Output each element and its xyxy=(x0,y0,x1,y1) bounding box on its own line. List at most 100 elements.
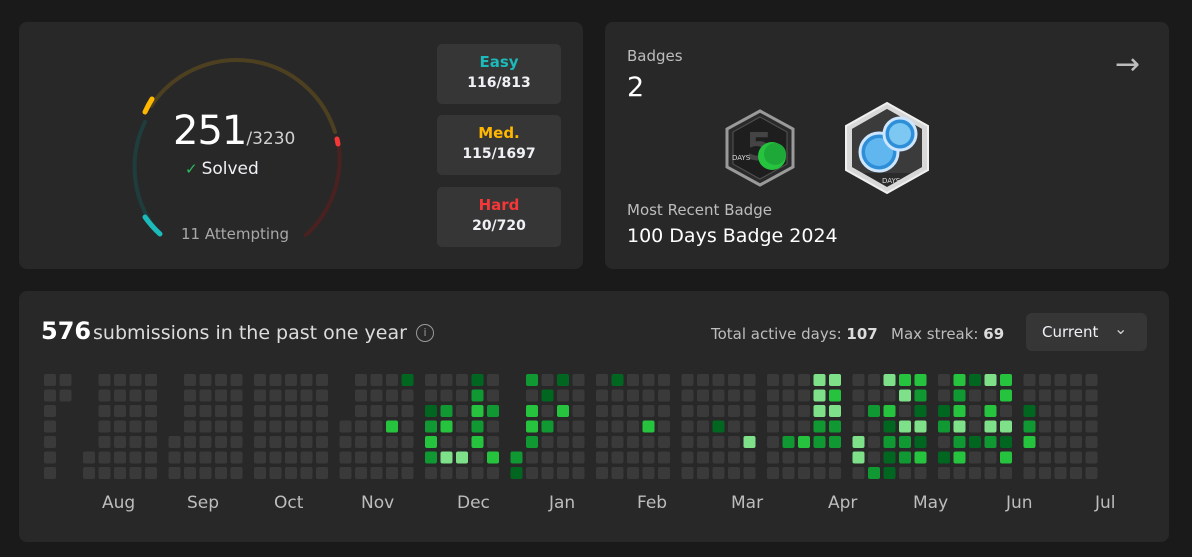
heatmap-cell[interactable] xyxy=(712,405,725,417)
heatmap-cell[interactable] xyxy=(285,436,297,448)
heatmap-cell[interactable] xyxy=(370,389,383,402)
heatmap-cell[interactable] xyxy=(868,451,880,464)
heatmap-cell[interactable] xyxy=(596,374,608,386)
heatmap-cell[interactable] xyxy=(658,451,670,464)
heatmap-cell[interactable] xyxy=(914,467,927,479)
heatmap-cell[interactable] xyxy=(199,451,212,464)
heatmap-cell[interactable] xyxy=(829,389,841,402)
heatmap-cell[interactable] xyxy=(596,451,608,464)
heatmap-cell[interactable] xyxy=(114,451,126,464)
heatmap-cell[interactable] xyxy=(984,374,997,386)
heatmap-cell[interactable] xyxy=(642,467,655,479)
heatmap-cell[interactable] xyxy=(868,467,880,479)
heatmap-cell[interactable] xyxy=(168,467,181,479)
heatmap-cell[interactable] xyxy=(782,467,795,479)
heatmap-cell[interactable] xyxy=(541,405,554,417)
heatmap-cell[interactable] xyxy=(1054,467,1067,479)
heatmap-cell[interactable] xyxy=(938,420,950,433)
heatmap-cell[interactable] xyxy=(728,389,740,402)
heatmap-cell[interactable] xyxy=(697,451,709,464)
heatmap-cell[interactable] xyxy=(883,389,896,402)
heatmap-cell[interactable] xyxy=(44,420,56,433)
heatmap-cell[interactable] xyxy=(129,451,142,464)
heatmap-cell[interactable] xyxy=(829,420,841,433)
heatmap-cell[interactable] xyxy=(98,405,111,417)
heatmap-cell[interactable] xyxy=(596,467,608,479)
heatmap-cell[interactable] xyxy=(316,389,328,402)
heatmap-cell[interactable] xyxy=(145,374,157,386)
heatmap-cell[interactable] xyxy=(611,389,624,402)
heatmap-cell[interactable] xyxy=(782,420,795,433)
heatmap-cell[interactable] xyxy=(487,451,499,464)
heatmap-cell[interactable] xyxy=(642,436,655,448)
heatmap-cell[interactable] xyxy=(914,451,927,464)
heatmap-cell[interactable] xyxy=(712,420,725,433)
heatmap-cell[interactable] xyxy=(440,436,453,448)
heatmap-cell[interactable] xyxy=(230,389,243,402)
heatmap-cell[interactable] xyxy=(1023,420,1036,433)
heatmap-cell[interactable] xyxy=(868,436,880,448)
heatmap-cell[interactable] xyxy=(1000,467,1012,479)
heatmap-cell[interactable] xyxy=(914,420,927,433)
heatmap-cell[interactable] xyxy=(627,405,639,417)
heatmap-cell[interactable] xyxy=(184,467,196,479)
heatmap-cell[interactable] xyxy=(129,405,142,417)
heatmap-cell[interactable] xyxy=(541,436,554,448)
heatmap-cell[interactable] xyxy=(1000,451,1012,464)
heatmap-cell[interactable] xyxy=(1085,389,1098,402)
heatmap-cell[interactable] xyxy=(953,451,966,464)
heatmap-cell[interactable] xyxy=(401,467,414,479)
heatmap-cell[interactable] xyxy=(813,436,826,448)
heatmap-cell[interactable] xyxy=(743,420,756,433)
heatmap-cell[interactable] xyxy=(526,436,538,448)
heatmap-cell[interactable] xyxy=(114,389,126,402)
heatmap-cell[interactable] xyxy=(98,374,111,386)
heatmap-cell[interactable] xyxy=(572,467,585,479)
heatmap-cell[interactable] xyxy=(642,451,655,464)
heatmap-cell[interactable] xyxy=(83,451,95,464)
heatmap-cell[interactable] xyxy=(1000,436,1012,448)
badges-card[interactable]: Badges 2 → 5 DAYS DAYS Most Recent Badge… xyxy=(605,22,1169,269)
heatmap-cell[interactable] xyxy=(557,436,569,448)
heatmap-cell[interactable] xyxy=(114,436,126,448)
heatmap-cell[interactable] xyxy=(813,374,826,386)
heatmap-cell[interactable] xyxy=(254,420,266,433)
heatmap-cell[interactable] xyxy=(456,405,468,417)
heatmap-cell[interactable] xyxy=(798,389,810,402)
heatmap-cell[interactable] xyxy=(883,420,896,433)
heatmap-cell[interactable] xyxy=(1054,420,1067,433)
heatmap-cell[interactable] xyxy=(852,389,865,402)
heatmap-cell[interactable] xyxy=(572,389,585,402)
heatmap-cell[interactable] xyxy=(215,467,227,479)
heatmap-cell[interactable] xyxy=(969,389,981,402)
heatmap-cell[interactable] xyxy=(852,420,865,433)
heatmap-cell[interactable] xyxy=(230,374,243,386)
heatmap-cell[interactable] xyxy=(1039,467,1051,479)
heatmap-cell[interactable] xyxy=(1070,436,1082,448)
heatmap-cell[interactable] xyxy=(300,420,313,433)
heatmap-cell[interactable] xyxy=(969,420,981,433)
heatmap-cell[interactable] xyxy=(611,420,624,433)
heatmap-cell[interactable] xyxy=(557,420,569,433)
heatmap-cell[interactable] xyxy=(44,467,56,479)
heatmap-cell[interactable] xyxy=(984,436,997,448)
heatmap-cell[interactable] xyxy=(767,374,779,386)
heatmap-cell[interactable] xyxy=(269,374,282,386)
heatmap-cell[interactable] xyxy=(829,467,841,479)
heatmap-cell[interactable] xyxy=(611,451,624,464)
heatmap-cell[interactable] xyxy=(658,389,670,402)
heatmap-cell[interactable] xyxy=(129,436,142,448)
heatmap-cell[interactable] xyxy=(386,389,398,402)
heatmap-cell[interactable] xyxy=(215,374,227,386)
heatmap-cell[interactable] xyxy=(370,451,383,464)
heatmap-cell[interactable] xyxy=(440,420,453,433)
heatmap-cell[interactable] xyxy=(316,374,328,386)
difficulty-easy[interactable]: Easy 116/813 xyxy=(437,44,561,104)
heatmap-cell[interactable] xyxy=(798,420,810,433)
heatmap-cell[interactable] xyxy=(743,451,756,464)
heatmap-cell[interactable] xyxy=(285,405,297,417)
heatmap-cell[interactable] xyxy=(798,467,810,479)
heatmap-cell[interactable] xyxy=(526,467,538,479)
heatmap-cell[interactable] xyxy=(852,374,865,386)
heatmap-cell[interactable] xyxy=(767,436,779,448)
